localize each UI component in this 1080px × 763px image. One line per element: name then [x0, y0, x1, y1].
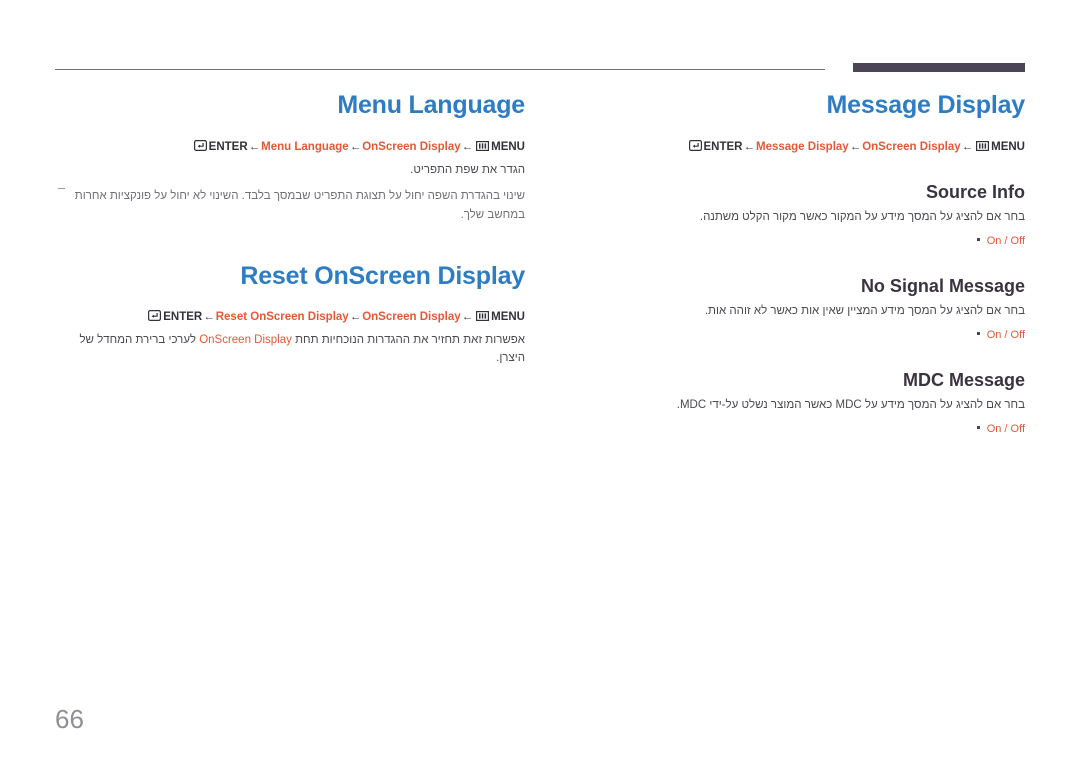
breadcrumb-arrow: ←	[849, 140, 862, 153]
breadcrumb-item-message-display: Message Display	[756, 140, 849, 153]
breadcrumb-reset-onscreen-display: ENTER←Reset OnScreen Display←OnScreen Di…	[55, 309, 525, 326]
subsection-title-source-info: Source Info	[925, 181, 1025, 202]
note-text: שינוי בהגדרת השפה יחול על תצוגת התפריט ש…	[74, 190, 525, 222]
option-mdc-message: On / Off	[600, 421, 1025, 438]
header-rule-thick	[853, 63, 1025, 72]
enter-key-icon	[193, 139, 207, 156]
breadcrumb-arrow: ←	[461, 311, 474, 324]
breadcrumb-enter-label: ENTER	[703, 140, 743, 153]
option-label: On / Off	[986, 423, 1025, 436]
bullet-icon	[976, 426, 980, 430]
breadcrumb-item-onscreen-display: OnScreen Display	[862, 140, 961, 153]
section-title-message-display: Message Display	[826, 91, 1026, 119]
breadcrumb-enter-label: ENTER	[163, 311, 203, 324]
section-title-menu-language: Menu Language	[337, 91, 525, 119]
description-prefix: אפשרות זאת תחזיר את ההגדרות הנוכחיות תחת	[291, 334, 525, 347]
breadcrumb-arrow: ←	[743, 140, 756, 153]
breadcrumb-message-display: ENTER←Message Display←OnScreen Display← M…	[600, 139, 1025, 156]
section-title-reset-onscreen-display: Reset OnScreen Display	[240, 261, 525, 290]
manual-page: Menu Language ENTER←Menu Language←OnScre…	[0, 0, 1080, 763]
breadcrumb-item-reset-onscreen-display: Reset OnScreen Display	[215, 311, 349, 324]
description-accent-onscreen-display: OnScreen Display	[199, 334, 292, 347]
breadcrumb-item-onscreen-display: OnScreen Display	[362, 311, 461, 324]
breadcrumb-arrow: ←	[961, 140, 974, 153]
note-dash-icon	[58, 188, 65, 190]
breadcrumb-menu-label: MENU	[491, 140, 525, 153]
bullet-icon	[976, 332, 980, 336]
subsection-title-mdc-message: MDC Message	[902, 369, 1025, 390]
enter-key-icon	[148, 310, 162, 326]
description-menu-language: הגדר את שפת התפריט.	[410, 163, 525, 176]
option-no-signal-message: On / Off	[600, 327, 1025, 344]
enter-key-icon	[688, 139, 702, 156]
breadcrumb-item-onscreen-display: OnScreen Display	[362, 140, 461, 153]
option-source-info: On / Off	[600, 233, 1025, 250]
bullet-icon	[976, 238, 980, 242]
menu-key-icon	[976, 140, 990, 156]
breadcrumb-arrow: ←	[349, 311, 362, 324]
breadcrumb-enter-label: ENTER	[208, 140, 248, 153]
breadcrumb-arrow: ←	[461, 140, 474, 153]
breadcrumb-menu-label: MENU	[491, 311, 525, 324]
subsection-title-no-signal-message: No Signal Message	[860, 275, 1025, 296]
page-number: 66	[55, 704, 84, 734]
option-label: On / Off	[986, 235, 1025, 248]
description-mdc-message: בחר אם להציג על המסך מידע על MDC כאשר המ…	[676, 399, 1025, 412]
note-menu-language: שינוי בהגדרת השפה יחול על תצוגת התפריט ש…	[55, 187, 525, 224]
menu-key-icon	[476, 310, 490, 326]
left-column: Menu Language ENTER←Menu Language←OnScre…	[55, 91, 525, 368]
right-column: Message Display ENTER←Message Display←On…	[600, 91, 1026, 438]
breadcrumb-arrow: ←	[248, 140, 261, 153]
description-no-signal-message: בחר אם להציג על המסך מידע המציין שאין או…	[704, 305, 1025, 318]
breadcrumb-arrow: ←	[349, 140, 362, 153]
breadcrumb-item-menu-language: Menu Language	[261, 140, 349, 153]
description-source-info: בחר אם להציג על המסך מידע על המקור כאשר …	[699, 211, 1025, 224]
menu-key-icon	[476, 140, 490, 156]
option-label: On / Off	[986, 329, 1025, 342]
description-reset-onscreen-display: אפשרות זאת תחזיר את ההגדרות הנוכחיות תחת…	[55, 332, 525, 368]
breadcrumb-menu-label: MENU	[991, 140, 1025, 153]
breadcrumb-menu-language: ENTER←Menu Language←OnScreen Display← MEN…	[55, 139, 525, 156]
header-rule-thin	[55, 69, 825, 70]
breadcrumb-arrow: ←	[203, 311, 215, 324]
